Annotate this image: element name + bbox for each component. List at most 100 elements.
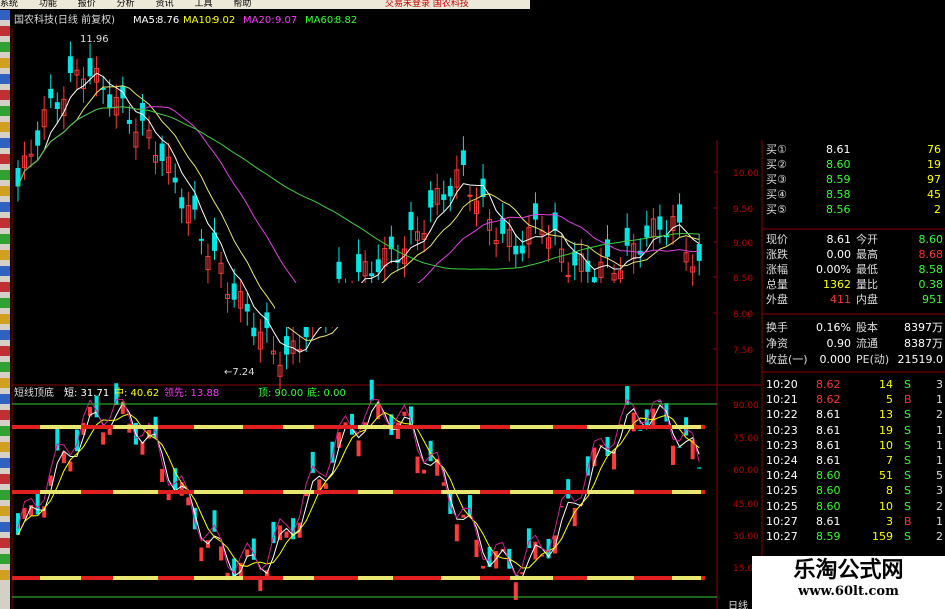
bid-row[interactable]: 买③ 8.59 97 xyxy=(764,172,945,187)
osc-bar xyxy=(697,467,702,469)
stat-label: 外盘 xyxy=(766,293,788,306)
tick-volume: 5 xyxy=(886,393,893,407)
stat-value: 8.61 xyxy=(826,233,852,246)
bid-row[interactable]: 买① 8.61 76 xyxy=(764,142,945,157)
bid-volume: 2 xyxy=(934,203,941,216)
band-segment xyxy=(314,490,358,494)
candle-body xyxy=(644,225,650,238)
fund-value: 8387万 xyxy=(904,337,943,350)
price-tick-label: 9.50 xyxy=(733,205,753,215)
tick-row[interactable]: 10:21 8.62 5 B 1 xyxy=(764,392,945,407)
tick-row[interactable]: 10:23 8.61 10 S 1 xyxy=(764,438,945,453)
watermark-title: 乐淘公式网 xyxy=(793,558,904,583)
osc-lead: 领先: 13.88 xyxy=(164,386,219,399)
stat-row[interactable]: 现价 8.61 今开 8.60 xyxy=(764,232,945,247)
ma10-value: 9.02 xyxy=(213,15,235,26)
bid-row[interactable]: 买⑤ 8.56 2 xyxy=(764,202,945,217)
stat-value: 0.00 xyxy=(826,248,852,261)
osc-tick-label: 60.00 xyxy=(733,466,759,476)
tick-time: 10:22 xyxy=(766,408,798,422)
ma5-label: MA5: xyxy=(133,15,158,26)
price-tick-label: 10.00 xyxy=(733,169,759,179)
osc-top: 顶: 90.00 xyxy=(258,387,303,399)
stat-row[interactable]: 外盘 411 内盘 951 xyxy=(764,292,945,307)
stat-label: 涨幅 xyxy=(766,263,788,276)
stat-row[interactable]: 总量 1362 量比 0.38 xyxy=(764,277,945,292)
tick-row[interactable]: 10:22 8.61 13 S 2 xyxy=(764,407,945,422)
fund-label: 股本 xyxy=(856,321,878,334)
band-segment xyxy=(40,576,81,580)
tick-row[interactable]: 10:24 8.61 7 S 1 xyxy=(764,453,945,468)
tick-row[interactable]: 10:27 8.61 3 B 1 xyxy=(764,514,945,529)
tick-side: S xyxy=(904,469,911,483)
fund-label: 收益(一) xyxy=(766,353,808,366)
tick-side: B xyxy=(904,514,912,528)
oscillator-axis: 90.0075.0060.0045.0030.0015.00 xyxy=(12,401,759,598)
tick-price: 8.60 xyxy=(816,484,841,498)
stat-label: 内盘 xyxy=(856,293,878,306)
fund-row[interactable]: 收益(一) 0.000 PE(动) 21519.0 xyxy=(764,352,945,367)
fund-row[interactable]: 净资 0.90 流通 8387万 xyxy=(764,336,945,351)
band-segment xyxy=(283,576,314,580)
bid-price: 8.61 xyxy=(826,143,851,156)
tick-row[interactable]: 10:24 8.60 51 S 5 xyxy=(764,468,945,483)
tick-price: 8.59 xyxy=(816,530,841,543)
fund-row[interactable]: 换手 0.16% 股本 8397万 xyxy=(764,320,945,335)
stat-label: 最高 xyxy=(856,248,878,261)
osc-bar xyxy=(553,535,558,554)
band-segment xyxy=(480,490,510,494)
osc-tick-label: 75.00 xyxy=(733,434,759,444)
tick-price: 8.60 xyxy=(816,469,841,483)
band-segment xyxy=(12,425,40,429)
bid-row[interactable]: 买④ 8.58 45 xyxy=(764,187,945,202)
osc-bar xyxy=(454,524,459,542)
band-segment xyxy=(113,576,158,580)
band-segment xyxy=(243,576,283,580)
bid-volume: 45 xyxy=(927,188,941,201)
tick-volume: 159 xyxy=(872,530,893,543)
osc-bar xyxy=(395,422,400,439)
band-segment xyxy=(283,490,314,494)
tick-side: S xyxy=(904,438,911,452)
band-segment xyxy=(194,425,243,429)
bid-label: 买⑤ xyxy=(766,203,787,216)
tick-time: 10:24 xyxy=(766,469,798,483)
tick-price: 8.61 xyxy=(816,454,841,467)
bid-price: 8.58 xyxy=(826,188,851,201)
band-segment xyxy=(510,490,553,494)
bid-price: 8.56 xyxy=(826,203,851,216)
stat-label: 现价 xyxy=(766,233,788,246)
stat-row[interactable]: 涨跌 0.00 最高 8.68 xyxy=(764,247,945,262)
osc-bar xyxy=(101,432,106,445)
osc-bar xyxy=(356,440,361,457)
band-segment xyxy=(701,425,705,429)
tick-row[interactable]: 10:25 8.60 8 S 3 xyxy=(764,483,945,498)
band-segment xyxy=(553,490,587,494)
tick-price: 8.61 xyxy=(816,423,841,437)
tick-volume: 14 xyxy=(879,378,893,391)
tick-volume: 7 xyxy=(886,454,893,467)
osc-mid: 中: 40.62 xyxy=(114,386,159,399)
candle-body xyxy=(251,327,257,337)
candle-body xyxy=(460,150,466,165)
band-segment xyxy=(194,576,243,580)
ma20-label: MA20: xyxy=(243,15,275,26)
bid-row[interactable]: 买② 8.60 19 xyxy=(764,157,945,172)
tick-row[interactable]: 10:27 8.59 159 S 2 xyxy=(764,529,945,544)
tick-side: S xyxy=(904,499,911,513)
tick-row[interactable]: 10:25 8.60 10 S 2 xyxy=(764,499,945,514)
tick-row[interactable]: 10:20 8.62 14 S 3 xyxy=(764,377,945,392)
stat-label: 总量 xyxy=(766,278,788,291)
candle-body xyxy=(441,194,447,201)
candle-body xyxy=(54,102,60,109)
tick-volume: 8 xyxy=(886,484,893,498)
tick-row[interactable]: 10:23 8.61 19 S 1 xyxy=(764,423,945,438)
stat-row[interactable]: 涨幅 0.00% 最低 8.58 xyxy=(764,262,945,277)
candle-body xyxy=(87,58,93,77)
tick-side: S xyxy=(904,454,911,467)
tick-price: 8.62 xyxy=(816,393,841,407)
tick-price: 8.61 xyxy=(816,514,841,528)
tick-side: S xyxy=(904,484,911,498)
band-segment xyxy=(587,425,634,429)
band-segment xyxy=(701,576,705,580)
